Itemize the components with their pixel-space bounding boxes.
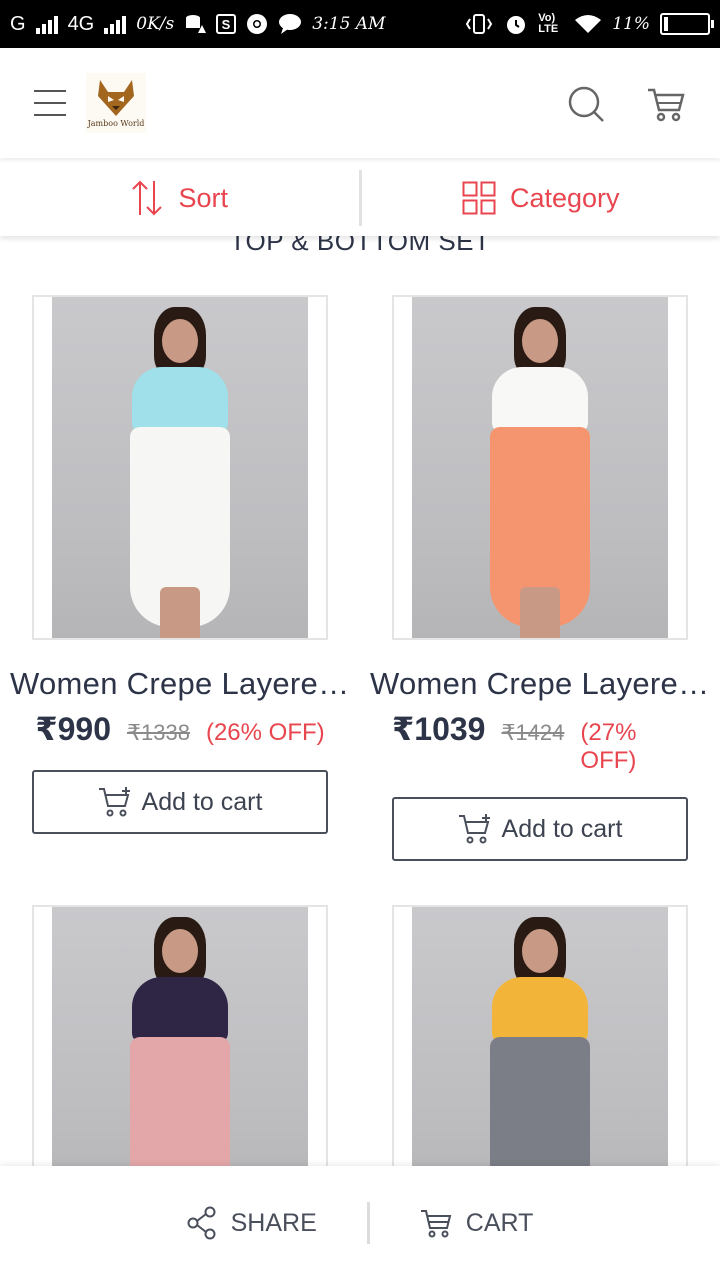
add-to-cart-label: Add to cart [141, 787, 263, 816]
status-bar: G 4G 0K/s S 3:15 AM Vo) LTE 11% [0, 0, 720, 48]
bottom-action-bar: SHARE CART [0, 1166, 720, 1280]
clock-time: 3:15 AM [312, 14, 386, 34]
product-card[interactable]: Women Crepe Layered Top & Bottom Set ₹99… [10, 295, 350, 834]
product-photo [412, 297, 668, 638]
message-icon [278, 13, 302, 35]
model-legs [160, 587, 200, 638]
product-price: ₹1039 [392, 711, 486, 747]
share-button[interactable]: SHARE [137, 1206, 367, 1240]
cart-button[interactable]: CART [370, 1207, 584, 1239]
volte-label: Vo) LTE [538, 12, 559, 35]
price-row: ₹990 ₹1338 (26% OFF) [32, 710, 328, 748]
add-cart-icon [458, 814, 490, 844]
product-photo [52, 297, 308, 638]
add-to-cart-button[interactable]: Add to cart [32, 770, 328, 834]
logo-text: Jamboo World [87, 119, 145, 128]
model-head [522, 319, 558, 363]
add-to-cart-label: Add to cart [501, 814, 623, 843]
database-warning-icon [184, 13, 207, 35]
product-discount: (26% OFF) [205, 719, 325, 746]
product-card[interactable]: Women Crepe Layered Top & Bottom Set ₹10… [370, 295, 710, 861]
s-app-icon: S [216, 14, 237, 34]
model-top [492, 977, 588, 1043]
price-row: ₹1039 ₹1424 (27% OFF) [392, 710, 688, 775]
product-image[interactable] [32, 905, 328, 1205]
sort-label: Sort [178, 182, 229, 213]
model-top [132, 977, 228, 1043]
product-mrp: ₹1338 [127, 720, 190, 745]
search-icon[interactable] [566, 84, 606, 124]
sort-button[interactable]: Sort [0, 160, 359, 236]
alarm-icon [504, 12, 528, 36]
battery-icon [660, 13, 714, 35]
app-header: Jamboo World [0, 48, 720, 158]
model-legs [520, 587, 560, 638]
hamburger-menu-icon[interactable] [34, 90, 68, 116]
model-head [162, 929, 198, 973]
signal-icon [35, 14, 58, 34]
product-discount: (27% OFF) [580, 719, 637, 774]
status-bar-left: G 4G 0K/s S 3:15 AM [10, 13, 385, 36]
network-speed: 0K/s [136, 14, 175, 34]
filter-bar: Sort Category [0, 160, 720, 236]
model-head [522, 929, 558, 973]
carrier-label: G [10, 12, 26, 35]
product-name[interactable]: Women Crepe Layered Top & Bottom Set [370, 666, 710, 702]
model-top [492, 367, 588, 433]
svg-text:S: S [222, 17, 231, 32]
product-image[interactable] [392, 295, 688, 640]
product-photo [412, 907, 668, 1203]
chrome-icon [246, 13, 268, 35]
product-image[interactable] [392, 905, 688, 1205]
network-label: 4G [67, 12, 95, 35]
sort-arrows-icon [132, 180, 163, 216]
cart-icon [420, 1210, 452, 1238]
cart-label: CART [465, 1208, 534, 1237]
share-label: SHARE [230, 1208, 317, 1237]
grid-icon [462, 181, 496, 215]
product-mrp: ₹1424 [501, 720, 565, 745]
add-cart-icon [98, 787, 130, 817]
product-card[interactable] [32, 905, 328, 1205]
cart-icon[interactable] [646, 84, 686, 124]
add-to-cart-button[interactable]: Add to cart [392, 797, 688, 861]
category-button[interactable]: Category [362, 160, 720, 236]
product-photo [52, 907, 308, 1203]
status-bar-right: Vo) LTE 11% [464, 12, 714, 36]
model-head [162, 319, 198, 363]
battery-percent: 11% [612, 14, 650, 34]
category-label: Category [509, 182, 620, 213]
wifi-icon [574, 13, 602, 35]
fox-logo-icon [98, 80, 134, 116]
signal-icon-2 [104, 14, 127, 34]
product-name[interactable]: Women Crepe Layered Top & Bottom Set [10, 666, 350, 702]
product-price: ₹990 [35, 711, 111, 747]
brand-logo[interactable]: Jamboo World [86, 73, 146, 133]
product-card[interactable] [392, 905, 688, 1205]
model-top [132, 367, 228, 433]
vibrate-icon [464, 13, 494, 35]
product-image[interactable] [32, 295, 328, 640]
share-icon [187, 1206, 216, 1240]
